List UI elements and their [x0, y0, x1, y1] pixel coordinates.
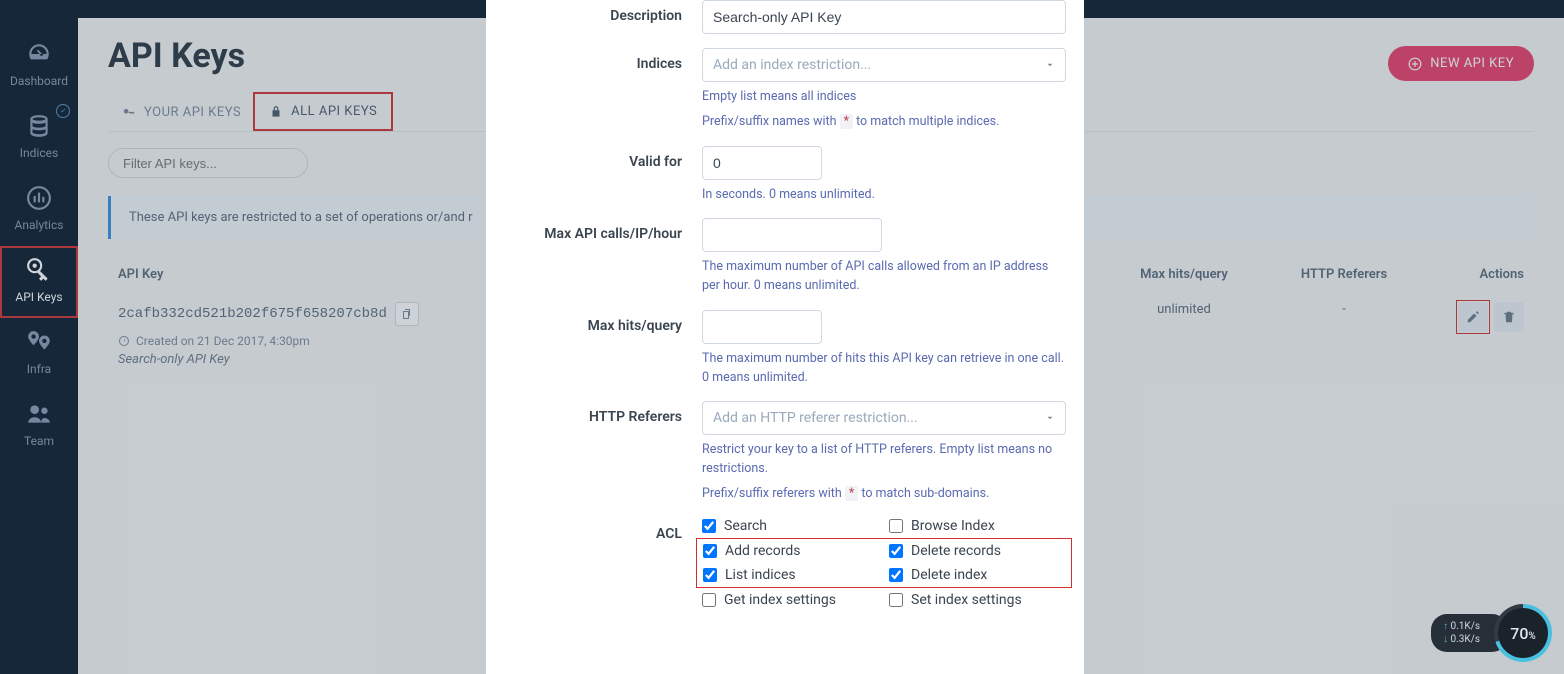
acl-checkbox[interactable]	[889, 593, 903, 607]
acl-label: Add records	[725, 543, 800, 559]
select-placeholder: Add an HTTP referer restriction...	[713, 410, 918, 426]
field-valid-for: Valid for In seconds. 0 means unlimited.	[504, 146, 1066, 205]
acl-checkbox[interactable]	[889, 544, 903, 558]
acl-item[interactable]: Set index settings	[889, 592, 1066, 608]
acl-label: List indices	[725, 567, 796, 583]
label-indices: Indices	[504, 48, 702, 132]
help-valid-for: In seconds. 0 means unlimited.	[702, 186, 1066, 205]
input-max-calls[interactable]	[702, 218, 882, 252]
acl-checkbox[interactable]	[702, 593, 716, 607]
select-referers[interactable]: Add an HTTP referer restriction...	[702, 401, 1066, 435]
acl-item[interactable]: Delete index	[889, 567, 1065, 583]
field-max-hits: Max hits/query The maximum number of hit…	[504, 310, 1066, 388]
chevron-down-icon	[1045, 60, 1055, 70]
field-referers: HTTP Referers Add an HTTP referer restri…	[504, 401, 1066, 503]
acl-item[interactable]: Delete records	[889, 543, 1065, 559]
acl-label: Search	[724, 518, 767, 534]
acl-checkbox[interactable]	[889, 568, 903, 582]
select-placeholder: Add an index restriction...	[713, 57, 871, 73]
label-max-calls: Max API calls/IP/hour	[504, 218, 702, 296]
help-referers-1: Restrict your key to a list of HTTP refe…	[702, 441, 1066, 479]
traffic-pct: 70%	[1510, 624, 1536, 643]
help-indices-1: Empty list means all indices	[702, 88, 1066, 107]
acl-item[interactable]: Get index settings	[702, 592, 879, 608]
acl-item[interactable]: List indices	[703, 567, 879, 583]
label-description: Description	[504, 0, 702, 34]
select-indices[interactable]: Add an index restriction...	[702, 48, 1066, 82]
acl-label: Delete records	[911, 543, 1001, 559]
acl-item[interactable]: Browse Index	[889, 518, 1066, 534]
acl-grid: Search Browse Index Add records Delete reco…	[702, 518, 1066, 608]
label-max-hits: Max hits/query	[504, 310, 702, 388]
input-max-hits[interactable]	[702, 310, 822, 344]
acl-item[interactable]: Add records	[703, 543, 879, 559]
download-icon: ↓	[1443, 634, 1450, 645]
field-indices: Indices Add an index restriction... Empt…	[504, 48, 1066, 132]
acl-label: Get index settings	[724, 592, 836, 608]
help-indices-2: Prefix/suffix names with * to match mult…	[702, 113, 1066, 132]
acl-checkbox[interactable]	[702, 519, 716, 533]
traffic-dial: 70%	[1494, 604, 1552, 662]
field-description: Description	[504, 0, 1066, 34]
help-max-calls: The maximum number of API calls allowed …	[702, 258, 1066, 296]
acl-label: Delete index	[911, 567, 987, 583]
label-referers: HTTP Referers	[504, 401, 702, 503]
acl-label: Browse Index	[911, 518, 995, 534]
field-acl: ACL Search Browse Index Add records Delete …	[504, 518, 1066, 608]
help-max-hits: The maximum number of hits this API key …	[702, 350, 1066, 388]
input-description[interactable]	[702, 0, 1066, 34]
field-max-calls: Max API calls/IP/hour The maximum number…	[504, 218, 1066, 296]
label-acl: ACL	[504, 518, 702, 608]
input-valid-for[interactable]	[702, 146, 822, 180]
traffic-widget[interactable]: ↑ 0.1K/s ↓ 0.3K/s 70%	[1431, 604, 1552, 662]
acl-checkbox[interactable]	[889, 519, 903, 533]
help-referers-2: Prefix/suffix referers with * to match s…	[702, 485, 1066, 504]
chevron-down-icon	[1045, 413, 1055, 423]
acl-checkbox[interactable]	[703, 568, 717, 582]
edit-key-modal: Description Indices Add an index restric…	[486, 0, 1084, 674]
acl-checkbox[interactable]	[703, 544, 717, 558]
upload-icon: ↑	[1443, 621, 1450, 632]
acl-label: Set index settings	[911, 592, 1022, 608]
acl-item[interactable]: Search	[702, 518, 879, 534]
label-valid-for: Valid for	[504, 146, 702, 205]
